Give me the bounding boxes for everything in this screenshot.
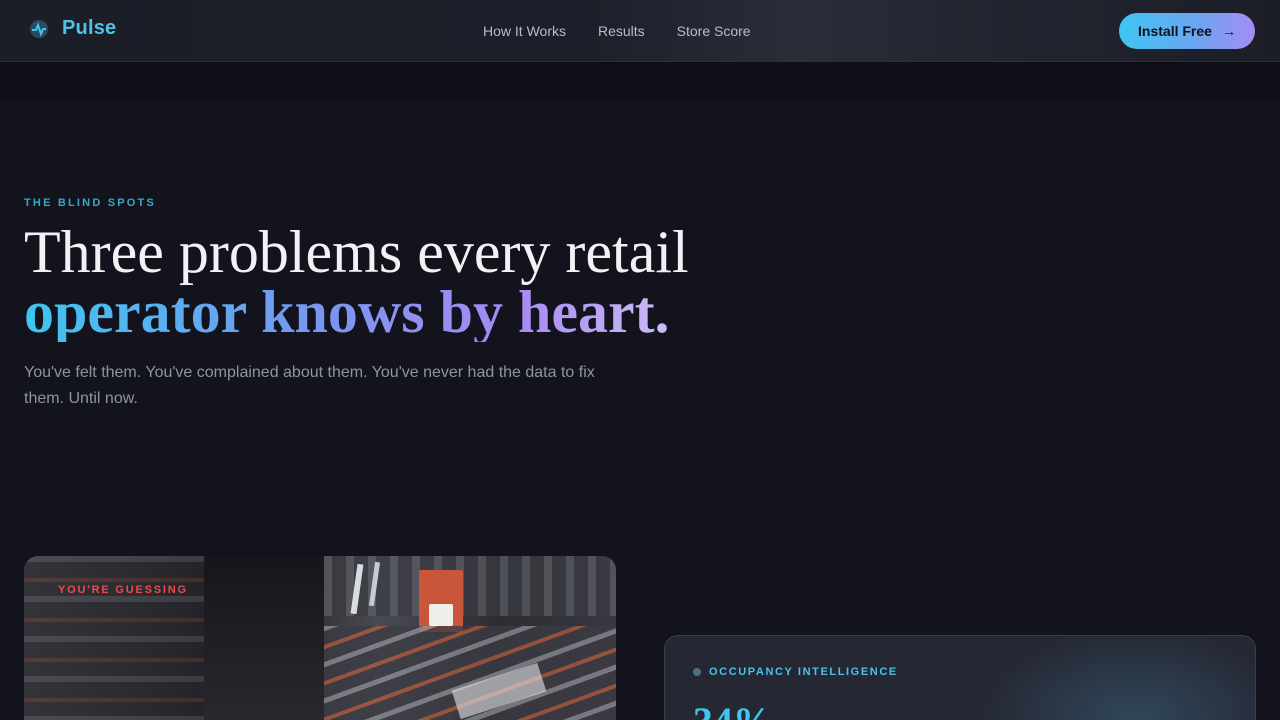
occupancy-card: OCCUPANCY INTELLIGENCE 34% [664,635,1256,720]
nav-link-store-score[interactable]: Store Score [677,22,751,40]
header-divider-band [0,62,1280,100]
brand-logo[interactable]: Pulse [28,17,116,40]
install-free-label: Install Free [1138,23,1212,39]
brand-name: Pulse [62,17,117,39]
pulse-logo-icon [30,19,48,38]
photo-card-tag: YOU'RE GUESSING [58,584,188,596]
section-eyebrow: THE BLIND SPOTS [24,197,157,209]
nav-link-how-it-works[interactable]: How It Works [483,22,566,40]
top-navbar: Pulse How It Works Results Store Score I… [0,0,1280,62]
page: Pulse How It Works Results Store Score I… [0,0,1280,720]
occupancy-value: 34% [693,698,773,720]
photo-aisle [204,556,324,720]
status-dot-icon [693,668,701,676]
arrow-right-icon: → [1221,23,1236,39]
headline-line-1: Three problems every retail [24,219,689,285]
main-nav: How It Works Results Store Score [483,22,751,40]
store-aisle-photo [24,556,616,720]
nav-link-results[interactable]: Results [598,22,645,40]
section-headline: Three problems every retail operator kno… [24,222,784,342]
headline-line-2: operator knows by heart. [24,282,784,342]
section-subtext: You've felt them. You've complained abou… [24,364,595,407]
photo-shelf-left [24,556,204,720]
photo-sign-logo [429,604,453,626]
occupancy-label: OCCUPANCY INTELLIGENCE [709,666,898,678]
photo-ceiling [324,556,616,616]
install-free-button[interactable]: Install Free → [1119,13,1255,49]
